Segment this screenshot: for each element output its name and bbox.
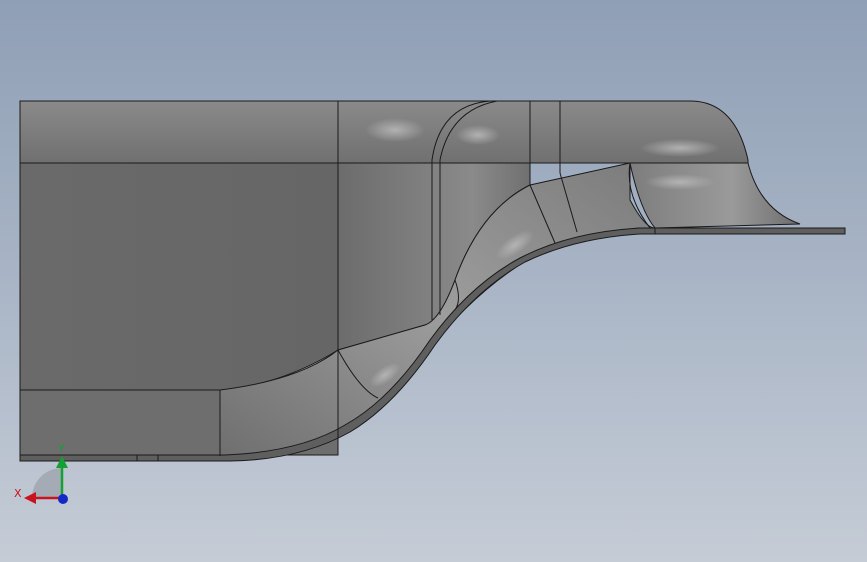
- sheet-metal-part[interactable]: X Y: [0, 0, 867, 562]
- highlight-top: [365, 118, 425, 142]
- left-flat-face[interactable]: [19, 162, 339, 391]
- triad-plane-quadrant: [32, 468, 62, 498]
- x-axis-arrow: [24, 492, 36, 504]
- highlight-right: [640, 139, 720, 157]
- highlight-right-2: [645, 174, 715, 190]
- graphics-viewport[interactable]: X Y: [0, 0, 867, 562]
- z-axis-dot: [58, 494, 68, 504]
- y-axis-label: Y: [57, 442, 65, 455]
- x-axis-label: X: [14, 487, 22, 500]
- right-curl-face[interactable]: [629, 162, 801, 229]
- highlight-top-2: [456, 125, 500, 145]
